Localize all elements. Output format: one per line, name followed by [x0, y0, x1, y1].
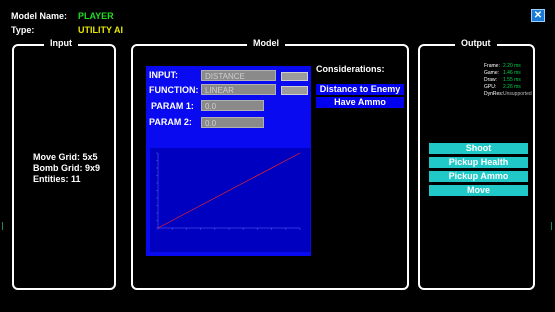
action-shoot[interactable]: Shoot	[429, 143, 528, 154]
close-icon: ✕	[533, 10, 543, 21]
consideration-have-ammo[interactable]: Have Ammo	[316, 97, 404, 108]
consideration-distance-to-enemy[interactable]: Distance to Enemy	[316, 84, 404, 95]
perf-game: Game: 1.46 ms	[484, 70, 521, 76]
param1-label: PARAM 1:	[151, 101, 194, 111]
bomb-grid-stat: Bomb Grid: 9x9	[33, 163, 101, 173]
perf-gpu: GPU: 2.26 ms	[484, 84, 521, 90]
move-grid-stat: Move Grid: 5x5	[33, 152, 98, 162]
model-panel-title: Model	[247, 38, 285, 48]
function-dropdown[interactable]: LINEAR	[201, 84, 276, 95]
input-select-button[interactable]	[281, 72, 308, 81]
edge-marker	[551, 222, 552, 230]
input-stats: Move Grid: 5x5 Bomb Grid: 9x9 Entities: …	[33, 152, 100, 185]
output-panel-title: Output	[455, 38, 497, 48]
entities-stat: Entities: 11	[33, 174, 81, 184]
param2-input[interactable]: 0.0	[201, 117, 264, 128]
model-name-value: PLAYER	[78, 11, 114, 21]
function-label: FUNCTION:	[149, 85, 199, 95]
input-panel: Input Move Grid: 5x5 Bomb Grid: 9x9 Enti…	[12, 38, 116, 290]
param1-input[interactable]: 0.0	[201, 100, 264, 111]
model-panel: Model INPUT: DISTANCE FUNCTION: LINEAR P…	[131, 38, 409, 290]
input-label: INPUT:	[149, 70, 178, 80]
type-label: Type:	[11, 25, 35, 35]
function-select-button[interactable]	[281, 86, 308, 95]
perf-dynres: DynRes:Unsupported	[484, 91, 532, 97]
response-curve-graph	[150, 148, 310, 252]
perf-draw: Draw: 1.55 ms	[484, 77, 521, 83]
input-panel-title: Input	[44, 38, 78, 48]
input-dropdown[interactable]: DISTANCE	[201, 70, 276, 81]
param2-label: PARAM 2:	[149, 117, 192, 127]
output-panel: Output Frame: 2.20 ms Game: 1.46 ms Draw: 1…	[418, 38, 535, 290]
considerations-label: Considerations:	[316, 64, 385, 74]
action-pickup-ammo[interactable]: Pickup Ammo	[429, 171, 528, 182]
type-value: UTILITY AI	[78, 25, 123, 35]
edge-marker	[2, 222, 3, 230]
action-move[interactable]: Move	[429, 185, 528, 196]
close-button[interactable]: ✕	[531, 9, 545, 22]
function-editor: INPUT: DISTANCE FUNCTION: LINEAR PARAM 1…	[146, 66, 311, 256]
action-pickup-health[interactable]: Pickup Health	[429, 157, 528, 168]
response-curve-line	[157, 152, 301, 229]
performance-stats: Frame: 2.20 ms Game: 1.46 ms Draw: 1.55 ms …	[484, 63, 532, 98]
perf-frame: Frame: 2.20 ms	[484, 63, 521, 69]
model-name-label: Model Name:	[11, 11, 68, 21]
